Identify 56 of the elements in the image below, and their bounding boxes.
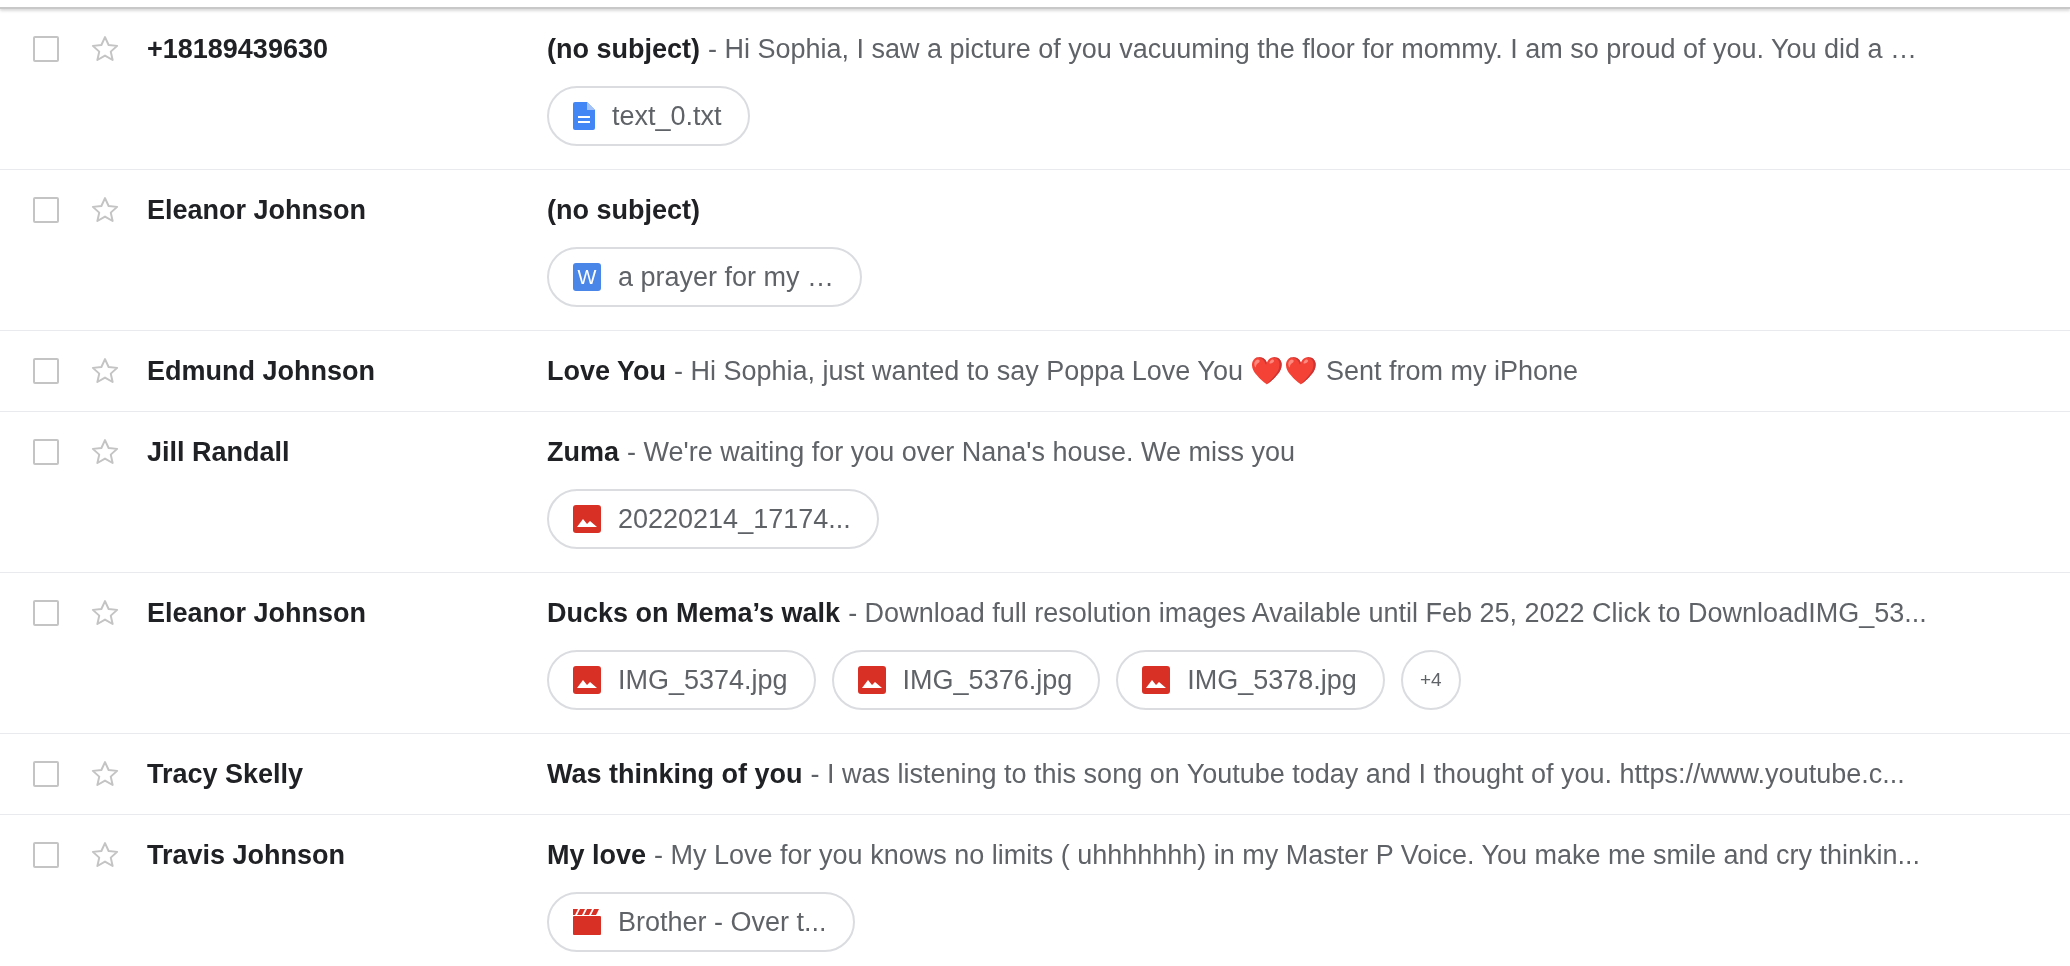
checkbox[interactable] xyxy=(33,439,59,465)
checkbox[interactable] xyxy=(33,842,59,868)
checkbox[interactable] xyxy=(33,761,59,787)
message-row[interactable]: Edmund Johnson Love You - Hi Sophia, just wanted to say Poppa Love You ❤❤ Sent from my iPhone xyxy=(0,331,2070,412)
checkbox[interactable] xyxy=(33,600,59,626)
star-icon[interactable] xyxy=(90,840,120,870)
subject-text: Was thinking of you xyxy=(547,757,803,791)
more-attachments-button[interactable]: +4 xyxy=(1400,650,1461,710)
subject-text: Ducks on Mema’s walk xyxy=(547,596,841,630)
film-icon xyxy=(573,909,601,935)
attachment-chip[interactable]: IMG_5378.jpg xyxy=(1116,650,1385,710)
snippet-text: - My Love for you knows no limits ( uhhhhhhh) in my Master P Voice. You make me smile and cry thinkin... xyxy=(654,838,1921,872)
attachment-chip[interactable]: W a prayer for my … xyxy=(547,247,863,307)
sender-name: Tracy Skelly xyxy=(147,757,304,791)
message-row[interactable]: Eleanor Johnson (no subject) W a prayer for my … xyxy=(0,170,2070,331)
snippet-text: - Download full resolution images Available until Feb 25, 2022 Click to DownloadIMG_53... xyxy=(848,596,1927,630)
snippet-text: - I was listening to this song on Youtube today and I thought of you. https://www.youtube.c... xyxy=(810,757,1905,791)
attachment-chip[interactable]: text_0.txt xyxy=(547,86,750,146)
star-icon[interactable] xyxy=(90,759,120,789)
snippet-text: - Hi Sophia, I saw a picture of you vacuuming the floor for mommy. I am so proud of you. You did a … xyxy=(708,32,1918,66)
checkbox[interactable] xyxy=(33,358,59,384)
snippet-text: - Hi Sophia, just wanted to say Poppa Love You ❤❤ Sent from my iPhone xyxy=(674,354,1579,388)
message-row[interactable]: Jill Randall Zuma - We're waiting for you over Nana's house. We miss you 20220214_17174... xyxy=(0,412,2070,573)
subject-text: My love xyxy=(547,838,647,872)
image-icon xyxy=(573,505,601,533)
message-row[interactable]: Tracy Skelly Was thinking of you - I was listening to this song on Youtube today and I thought of you. https://www.youtube.c... xyxy=(0,734,2070,815)
image-icon xyxy=(1142,666,1171,694)
star-icon[interactable] xyxy=(90,598,120,628)
star-icon[interactable] xyxy=(90,356,120,386)
subject-text: Zuma xyxy=(547,435,619,469)
subject-text: (no subject) xyxy=(547,193,700,227)
checkbox[interactable] xyxy=(33,36,59,62)
star-icon[interactable] xyxy=(90,195,120,225)
sender-name: Jill Randall xyxy=(147,435,290,469)
subject-text: Love You xyxy=(547,354,667,388)
sender-name: Edmund Johnson xyxy=(147,354,375,388)
message-row[interactable]: +18189439630 (no subject) - Hi Sophia, I saw a picture of you vacuuming the floor for mommy. I am so proud of you. You did a … text_0.txt xyxy=(0,9,2070,170)
subject-text: (no subject) xyxy=(547,32,700,66)
message-row[interactable]: Travis Johnson My love - My Love for you knows no limits ( uhhhhhhh) in my Master P Voice. You make me smile and cry thinkin... Brother - Over t... xyxy=(0,815,2070,966)
image-icon xyxy=(573,666,601,694)
star-icon[interactable] xyxy=(90,34,120,64)
attachment-chip[interactable]: Brother - Over t... xyxy=(547,892,855,952)
word-document-icon: W xyxy=(573,263,601,291)
attachment-chip[interactable]: IMG_5376.jpg xyxy=(831,650,1101,710)
star-icon[interactable] xyxy=(90,437,120,467)
image-icon xyxy=(857,666,886,694)
sender-name: Travis Johnson xyxy=(147,838,346,872)
snippet-text: - We're waiting for you over Nana's house. We miss you xyxy=(627,435,1296,469)
attachment-chip[interactable]: 20220214_17174... xyxy=(547,489,879,549)
sender-name: +18189439630 xyxy=(147,32,328,66)
sender-name: Eleanor Johnson xyxy=(147,596,367,630)
document-icon xyxy=(573,102,595,130)
sender-name: Eleanor Johnson xyxy=(147,193,367,227)
attachment-chip[interactable]: IMG_5374.jpg xyxy=(547,650,816,710)
checkbox[interactable] xyxy=(33,197,59,223)
message-row[interactable]: Eleanor Johnson Ducks on Mema’s walk - Download full resolution images Available until Feb 25, 2022 Click to DownloadIMG_53... IMG_5374.jpg IMG_5376.jpg IMG_5378.jpg +4 xyxy=(0,573,2070,734)
